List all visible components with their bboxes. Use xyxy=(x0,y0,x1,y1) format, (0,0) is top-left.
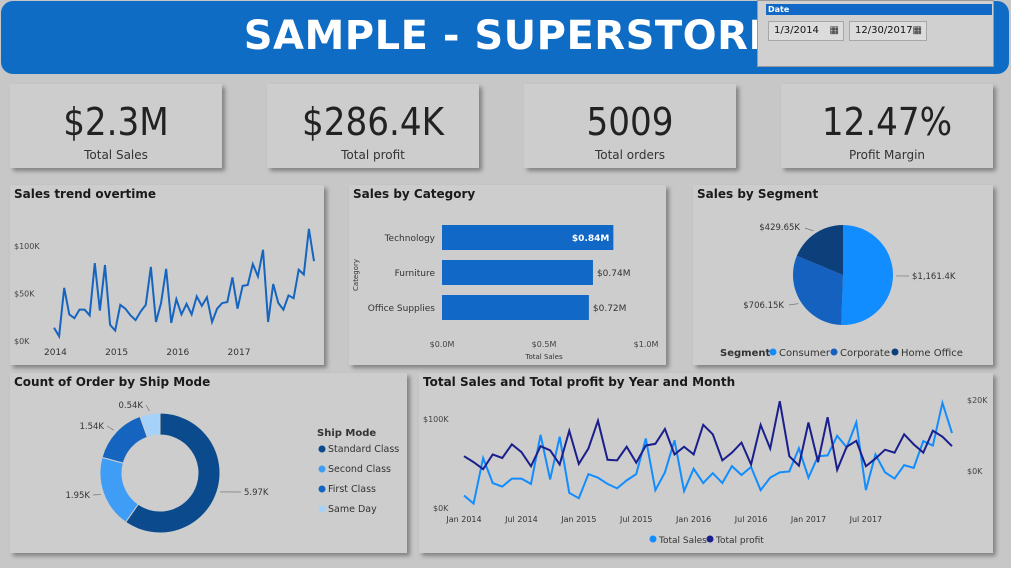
legend-item: Corporate xyxy=(840,348,890,359)
leader-line xyxy=(804,227,814,232)
legend-marker xyxy=(769,348,777,356)
kpi-card-total-profit: $286.4K Total profit xyxy=(267,84,479,168)
x-tick-label: Jul 2015 xyxy=(619,515,653,524)
y-tick-label-right: $0K xyxy=(967,467,983,476)
kpi-card-profit-margin: 12.47% Profit Margin xyxy=(781,84,993,168)
kpi-value: 12.47% xyxy=(821,100,953,144)
leader-line xyxy=(788,303,799,306)
x-tick-label: 2016 xyxy=(166,348,189,358)
sales-by-category-chart[interactable]: Technology $0.84M Furniture $0.74M Office Su… xyxy=(349,185,666,365)
bar-data-label: $0.84M xyxy=(572,234,609,244)
x-axis-title: Total Sales xyxy=(524,353,563,361)
legend-marker xyxy=(706,535,714,543)
legend-marker xyxy=(649,535,657,543)
kpi-label: Total Sales xyxy=(84,148,148,162)
legend-marker xyxy=(318,445,326,453)
x-tick-label: Jan 2017 xyxy=(790,515,826,524)
date-slicer: Date 1/3/2014 ▦ 12/30/2017 ▦ xyxy=(757,0,994,67)
legend-item: Same Day xyxy=(328,504,377,515)
sales-profit-card: Total Sales and Total profit by Year and… xyxy=(419,373,993,553)
slice-label: 5.97K xyxy=(244,488,269,498)
end-date-value: 12/30/2017 xyxy=(855,25,913,36)
kpi-value: 5009 xyxy=(586,100,674,144)
slice-label: 1.54K xyxy=(80,422,105,432)
sales-by-segment-chart[interactable]: $1,161.4K $706.15K $429.65K Segment Consumer… xyxy=(693,185,993,365)
kpi-card-total-sales: $2.3M Total Sales xyxy=(10,84,222,168)
legend-item: Total Sales xyxy=(658,536,707,546)
legend-title: Segment xyxy=(720,348,770,359)
category-label: Furniture xyxy=(395,269,436,279)
end-date-input[interactable]: 12/30/2017 ▦ xyxy=(849,21,927,41)
x-tick-label: Jul 2014 xyxy=(504,515,538,524)
kpi-card-total-orders: 5009 Total orders xyxy=(524,84,736,168)
x-tick-label: 2015 xyxy=(105,348,128,358)
x-tick-label: 2014 xyxy=(44,348,67,358)
category-bar xyxy=(442,295,589,320)
x-tick-label: Jan 2015 xyxy=(560,515,596,524)
legend-item: Total profit xyxy=(715,536,764,546)
start-date-value: 1/3/2014 xyxy=(774,25,819,36)
donut-slice xyxy=(101,415,148,464)
pie-slice xyxy=(841,225,893,325)
legend-marker xyxy=(318,505,326,513)
legend-item: First Class xyxy=(328,484,376,495)
legend-item: Home Office xyxy=(901,348,963,359)
ship-mode-card: Count of Order by Ship Mode 5.97K 1.95K 1.… xyxy=(10,373,407,553)
slice-label: $1,161.4K xyxy=(912,272,956,282)
bar-data-label: $0.74M xyxy=(597,269,631,279)
kpi-value: $286.4K xyxy=(302,100,444,144)
category-label: Office Supplies xyxy=(368,304,436,314)
legend-title: Ship Mode xyxy=(317,428,376,439)
legend-marker xyxy=(830,348,838,356)
x-tick-label: $0.5M xyxy=(532,340,557,349)
slice-label: 0.54K xyxy=(119,401,144,411)
calendar-icon[interactable]: ▦ xyxy=(913,22,922,40)
x-tick-label: 2017 xyxy=(228,348,251,358)
category-bar xyxy=(442,260,593,285)
kpi-label: Total orders xyxy=(594,148,666,162)
x-tick-label: Jan 2014 xyxy=(445,515,481,524)
category-label: Technology xyxy=(384,234,436,244)
calendar-icon[interactable]: ▦ xyxy=(830,22,839,40)
sales-by-category-card: Sales by Category Technology $0.84M Furnit… xyxy=(349,185,666,365)
legend-item: Standard Class xyxy=(328,444,399,455)
y-tick-label: $0K xyxy=(14,337,30,346)
x-tick-label: $0.0M xyxy=(430,340,455,349)
leader-line xyxy=(106,425,114,431)
y-tick-label: $50K xyxy=(14,290,35,299)
x-tick-label: Jul 2017 xyxy=(849,515,883,524)
slice-label: 1.95K xyxy=(66,491,91,501)
legend-item: Consumer xyxy=(779,348,831,359)
sales-trend-chart[interactable]: $100K $50K $0K 2014 2015 2016 2017 xyxy=(10,185,324,365)
legend-marker xyxy=(318,465,326,473)
x-tick-label: Jan 2016 xyxy=(675,515,711,524)
x-tick-label: $1.0M xyxy=(634,340,659,349)
legend-marker xyxy=(318,485,326,493)
legend-item: Second Class xyxy=(328,464,391,475)
legend-marker xyxy=(891,348,899,356)
start-date-input[interactable]: 1/3/2014 ▦ xyxy=(768,21,844,41)
sales-trend-card: Sales trend overtime $100K $50K $0K 2014 201… xyxy=(10,185,324,365)
x-tick-label: Jul 2016 xyxy=(734,515,768,524)
sales-trend-line xyxy=(53,228,315,340)
donut-slice xyxy=(99,456,139,523)
y-axis-title: Category xyxy=(352,259,360,291)
y-tick-label: $0K xyxy=(433,504,449,513)
slice-label: $706.15K xyxy=(743,301,784,311)
kpi-label: Total profit xyxy=(341,148,405,162)
y-tick-label: $100K xyxy=(14,242,40,251)
bar-data-label: $0.72M xyxy=(593,304,627,314)
leader-line xyxy=(145,404,150,412)
sales-profit-chart[interactable]: $100K $0K $20K $0K Jan 2014 Jul 2014 Jan 2015 J… xyxy=(419,373,993,553)
slice-label: $429.65K xyxy=(759,223,800,233)
sales-by-segment-card: Sales by Segment $1,161.4K $706.15K $429.6… xyxy=(693,185,993,365)
y-tick-label-right: $20K xyxy=(967,396,988,405)
kpi-value: $2.3M xyxy=(63,100,169,144)
date-slicer-label: Date xyxy=(766,4,992,15)
ship-mode-chart[interactable]: 5.97K 1.95K 1.54K 0.54K Ship Mode Standard Cl… xyxy=(10,373,407,553)
kpi-label: Profit Margin xyxy=(848,148,926,162)
y-tick-label: $100K xyxy=(423,415,449,424)
